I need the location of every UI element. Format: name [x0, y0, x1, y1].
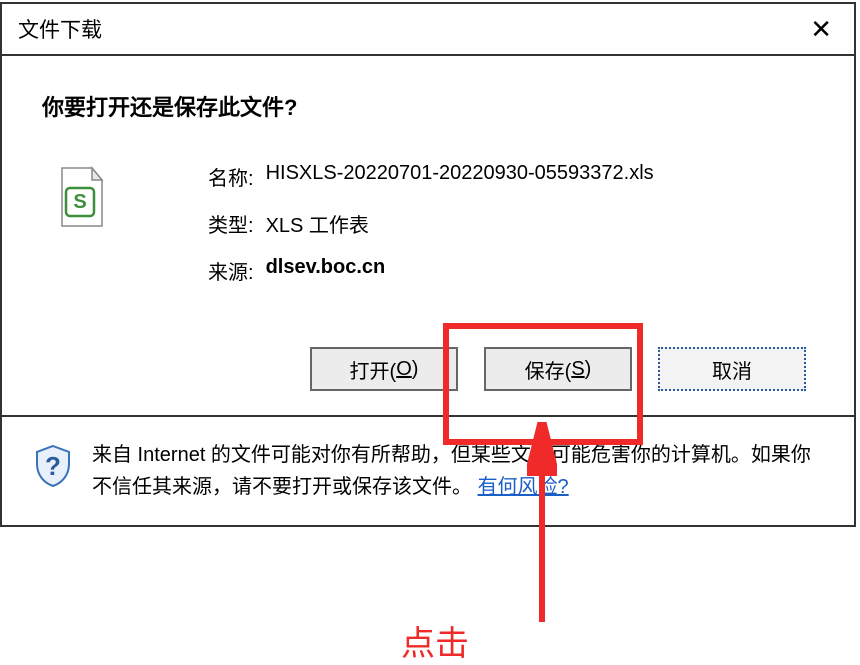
titlebar: 文件下载 ✕	[2, 4, 854, 56]
file-type-label: 类型:	[208, 209, 254, 238]
file-name-row: 名称: HISXLS-20220701-20220930-05593372.xl…	[208, 162, 814, 191]
question-text: 你要打开还是保存此文件?	[42, 90, 814, 122]
file-source-row: 来源: dlsev.boc.cn	[208, 256, 814, 285]
file-type-row: 类型: XLS 工作表	[208, 209, 814, 238]
file-name-value: HISXLS-20220701-20220930-05593372.xls	[266, 162, 654, 191]
save-button[interactable]: 保存(S)	[484, 347, 632, 391]
file-info: 名称: HISXLS-20220701-20220930-05593372.xl…	[208, 162, 814, 303]
footer-text: 来自 Internet 的文件可能对你有所帮助，但某些文件可能危害你的计算机。如…	[92, 439, 826, 503]
svg-text:?: ?	[45, 451, 61, 481]
cancel-button[interactable]: 取消	[658, 347, 806, 391]
open-button[interactable]: 打开(O)	[310, 347, 458, 391]
file-name-label: 名称:	[208, 162, 254, 191]
file-source-value: dlsev.boc.cn	[266, 256, 386, 285]
file-row: S 名称: HISXLS-20220701-20220930-05593372.…	[42, 162, 814, 303]
file-source-label: 来源:	[208, 256, 254, 285]
footer-warning: ? 来自 Internet 的文件可能对你有所帮助，但某些文件可能危害你的计算机…	[2, 417, 854, 525]
dialog-content: 你要打开还是保存此文件? S 名称: HISXLS-20220701-20220…	[2, 56, 854, 417]
close-icon[interactable]: ✕	[804, 14, 838, 44]
file-download-dialog: 文件下载 ✕ 你要打开还是保存此文件? S 名称: HISXLS-2022070…	[0, 2, 856, 527]
warning-message: 来自 Internet 的文件可能对你有所帮助，但某些文件可能危害你的计算机。如…	[92, 444, 811, 498]
dialog-title: 文件下载	[18, 14, 102, 44]
button-row: 打开(O) 保存(S) 取消	[42, 347, 814, 391]
shield-question-icon: ?	[30, 443, 76, 489]
risk-link[interactable]: 有何风险?	[478, 476, 569, 498]
xls-file-icon: S	[52, 166, 108, 232]
file-type-value: XLS 工作表	[266, 209, 369, 238]
annotation-click-label: 点击	[401, 616, 469, 665]
svg-text:S: S	[73, 191, 86, 213]
